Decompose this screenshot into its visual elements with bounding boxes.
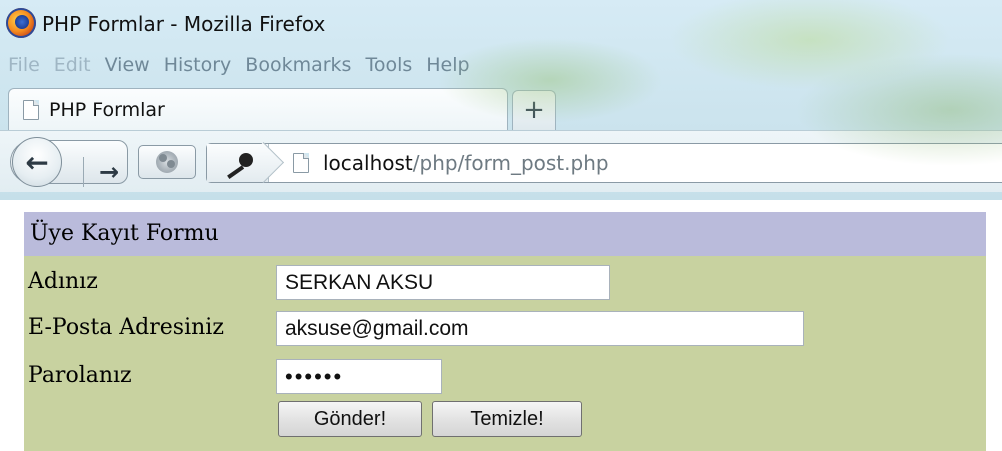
password-input[interactable] [276,359,442,394]
forward-button[interactable]: → [89,157,129,187]
title-bar: PHP Formlar - Mozilla Firefox [0,0,1002,46]
menu-view[interactable]: View [105,54,150,76]
arrow-right-icon: → [98,158,120,186]
key-icon [223,153,253,179]
page-icon [23,99,39,120]
name-label: Adınız [28,269,98,294]
form-header: Üye Kayıt Formu [24,212,986,256]
url-host: localhost [323,151,413,175]
name-input[interactable] [276,265,610,300]
url-path: /php/form_post.php [412,151,609,175]
submit-button[interactable]: Gönder! [278,401,422,437]
url-text: localhost/php/form_post.php [323,151,609,175]
navigation-toolbar: → ← localhost/php/form_post.php [0,130,1002,192]
email-input[interactable] [276,311,804,346]
form-row-buttons: Gönder! Temizle! [24,398,986,442]
tab-label: PHP Formlar [49,98,165,121]
password-label: Parolanız [28,363,132,388]
menu-file[interactable]: File [8,54,40,76]
menu-tools[interactable]: Tools [365,54,412,76]
menu-help[interactable]: Help [426,54,469,76]
tab-php-formlar[interactable]: PHP Formlar [8,88,508,130]
menu-history[interactable]: History [164,54,232,76]
form-row-email: E-Posta Adresiniz [24,306,986,350]
email-label: E-Posta Adresiniz [28,315,224,340]
window-title: PHP Formlar - Mozilla Firefox [42,12,326,36]
menu-edit[interactable]: Edit [54,54,91,76]
reload-button[interactable] [138,145,196,179]
form-row-password: Parolanız [24,354,986,398]
nav-separator [83,157,84,187]
reload-icon [156,151,178,173]
menu-bookmarks[interactable]: Bookmarks [245,54,351,76]
menu-bar: File Edit View History Bookmarks Tools H… [0,48,1002,82]
arrow-left-icon: ← [25,145,49,179]
registration-form: Üye Kayıt Formu Adınız E-Posta Adresiniz… [24,212,986,451]
reset-button[interactable]: Temizle! [432,401,582,437]
browser-chrome: PHP Formlar - Mozilla Firefox File Edit … [0,0,1002,200]
new-tab-button[interactable]: + [512,90,556,130]
url-bar[interactable]: localhost/php/form_post.php [206,143,1002,183]
form-row-name: Adınız [24,260,986,304]
back-button[interactable]: ← [12,137,62,187]
tab-strip: PHP Formlar + [0,86,1002,130]
page-icon [293,153,309,173]
firefox-icon [6,8,36,38]
site-identity-button[interactable] [207,144,269,182]
